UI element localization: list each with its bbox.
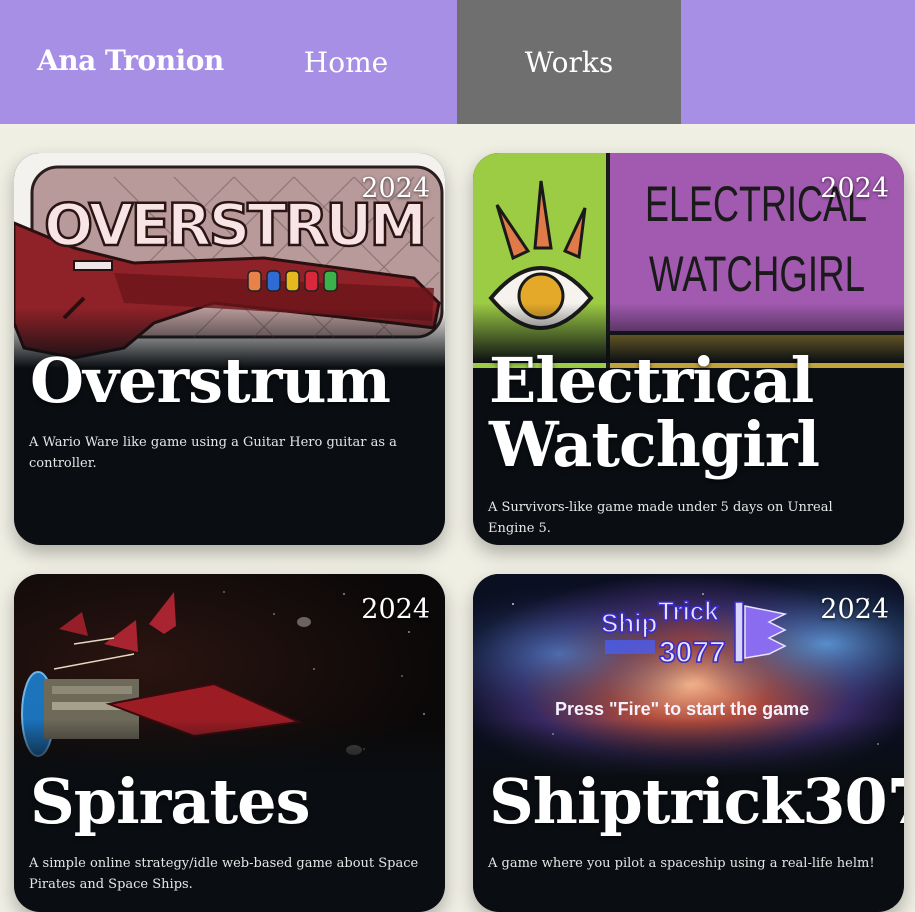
card-year: 2024	[820, 173, 889, 204]
project-card-spirates[interactable]: 2024 Spirates A simple online strategy/i…	[14, 574, 445, 912]
card-year: 2024	[820, 594, 889, 625]
press-fire-caption: Press "Fire" to start the game	[555, 699, 809, 719]
card-year: 2024	[361, 594, 430, 625]
shiptrick-logo-ship: Ship	[601, 608, 657, 638]
project-card-shiptrick3077[interactable]: Ship Trick 3077 Press "Fire" to start th…	[473, 574, 904, 912]
card-description: A Survivors-like game made under 5 days …	[488, 500, 833, 536]
shiptrick-logo-trick: Trick	[658, 596, 719, 626]
project-card-overstrum[interactable]: OVERSTRUM 2024 Overstrum A Wario Ware li…	[14, 153, 445, 545]
watchgirl-logo-line2: WATCHGIRL	[649, 246, 865, 302]
card-title: Spirates	[30, 765, 311, 838]
card-description: A Wario Ware like game using a Guitar He…	[29, 435, 397, 471]
card-title: Shiptrick3077	[489, 765, 904, 838]
card-description: A game where you pilot a spaceship using…	[488, 856, 875, 871]
shiptrick-logo-3077: 3077	[659, 636, 726, 669]
project-card-electrical-watchgirl[interactable]: ELECTRICAL WATCHGIRL 2024 Electrical Wat…	[473, 153, 904, 545]
nav-works-link[interactable]: Works	[457, 0, 681, 124]
nav-home-link[interactable]: Home	[235, 0, 457, 124]
card-year: 2024	[361, 173, 430, 204]
card-description: A simple online strategy/idle web-based …	[29, 856, 419, 892]
card-title-line1: Electrical	[489, 344, 814, 417]
navbar: Ana Tronion Home Works	[0, 0, 915, 124]
card-title: Overstrum	[30, 344, 391, 417]
brand-link[interactable]: Ana Tronion	[37, 44, 224, 77]
card-title-line2: Watchgirl	[489, 408, 820, 481]
